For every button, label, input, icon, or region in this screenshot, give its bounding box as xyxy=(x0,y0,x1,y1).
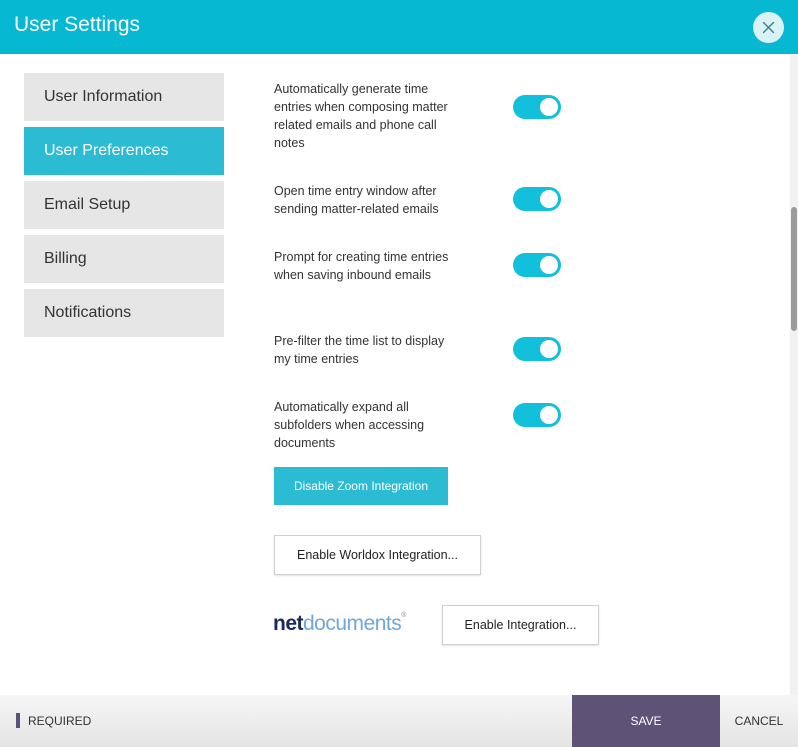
toggle-open-time-entry-window[interactable] xyxy=(513,187,561,211)
cancel-button[interactable]: CANCEL xyxy=(720,695,798,747)
required-marker-icon xyxy=(16,713,20,728)
scrollbar-thumb[interactable] xyxy=(791,207,797,331)
disable-zoom-integration-button[interactable]: Disable Zoom Integration xyxy=(274,467,448,505)
toggle-knob xyxy=(540,98,558,116)
preference-label-prefilter: Pre-filter the time list to display my t… xyxy=(274,334,445,366)
toggle-auto-generate-time-entries[interactable] xyxy=(513,95,561,119)
dialog-title: User Settings xyxy=(14,13,141,36)
sidebar-item-user-preferences[interactable]: User Preferences xyxy=(24,127,224,175)
preference-label-expand-subfolders: Automatically expand all subfolders when… xyxy=(274,400,425,450)
enable-netdocuments-integration-button[interactable]: Enable Integration... xyxy=(442,605,599,645)
toggle-knob xyxy=(540,340,558,358)
dialog-header: User Settings xyxy=(0,0,798,54)
registered-mark: ® xyxy=(401,612,406,619)
netdocuments-logo-docs: documents xyxy=(303,612,402,635)
toggle-knob xyxy=(540,406,558,424)
toggle-prompt-time-entries[interactable] xyxy=(513,253,561,277)
sidebar-item-billing[interactable]: Billing xyxy=(24,235,224,283)
preference-label-prompt-time-entries: Prompt for creating time entries when sa… xyxy=(274,250,449,282)
toggle-knob xyxy=(540,190,558,208)
preference-label-open-time-entry: Open time entry window after sending mat… xyxy=(274,184,439,216)
sidebar-item-email-setup[interactable]: Email Setup xyxy=(24,181,224,229)
scrollbar[interactable] xyxy=(790,54,798,695)
netdocuments-logo-net: net xyxy=(273,612,304,635)
sidebar-item-user-information[interactable]: User Information xyxy=(24,73,224,121)
required-label: REQUIRED xyxy=(28,714,92,728)
netdocuments-logo: netdocuments® xyxy=(273,612,406,636)
dialog-footer: REQUIRED SAVE CANCEL xyxy=(0,695,798,747)
sidebar-item-notifications[interactable]: Notifications xyxy=(24,289,224,337)
toggle-prefilter-time-list[interactable] xyxy=(513,337,561,361)
close-icon xyxy=(762,21,775,34)
enable-worldox-integration-button[interactable]: Enable Worldox Integration... xyxy=(274,535,481,575)
save-button[interactable]: SAVE xyxy=(572,695,720,747)
close-button[interactable] xyxy=(753,12,784,43)
preference-label-auto-generate: Automatically generate time entries when… xyxy=(274,82,448,150)
toggle-knob xyxy=(540,256,558,274)
toggle-expand-subfolders[interactable] xyxy=(513,403,561,427)
